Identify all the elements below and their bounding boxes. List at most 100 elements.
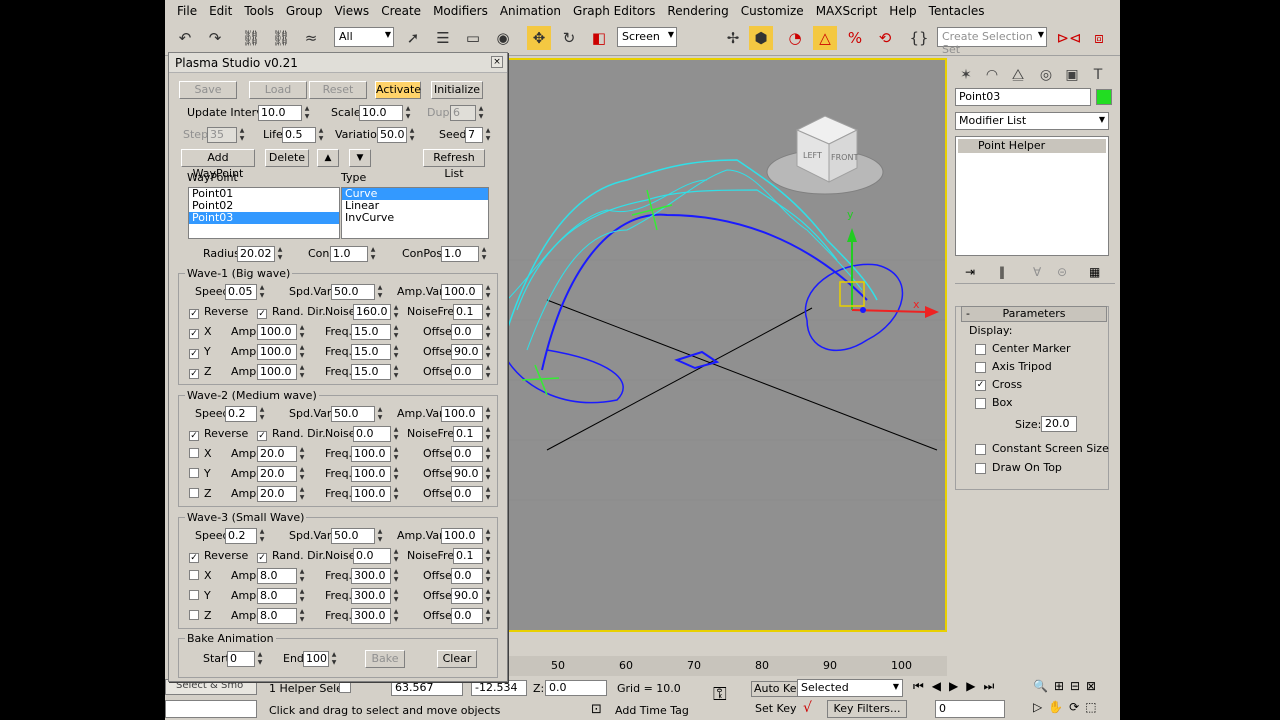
freq-spinner[interactable]: 300.0 ▲ ▼ xyxy=(351,568,401,584)
axis-z-checkbox[interactable]: ✓ Z xyxy=(189,365,212,379)
axis-x-checkbox[interactable]: X xyxy=(189,447,212,460)
add-time-tag[interactable]: Add Time Tag xyxy=(615,704,689,717)
perspective-viewport[interactable]: y x LEFT FRONT xyxy=(505,58,947,632)
amp-spinner[interactable]: 100.0 ▲ ▼ xyxy=(257,324,307,340)
offset-spinner[interactable]: 0.0 ▲ ▼ xyxy=(451,608,493,624)
end-spinner[interactable]: 100 ▲ ▼ xyxy=(303,651,339,667)
amp-spinner[interactable]: 8.0 ▲ ▼ xyxy=(257,588,307,604)
modify-tab-icon[interactable]: ◠ xyxy=(981,64,1003,86)
amp-var-spinner[interactable]: 100.0 ▲ ▼ xyxy=(441,528,493,544)
amp-spinner[interactable]: 8.0 ▲ ▼ xyxy=(257,568,307,584)
scale-icon[interactable]: ◧ xyxy=(587,26,611,50)
redo-icon[interactable]: ↷ xyxy=(203,26,227,50)
unlink-icon[interactable]: ⛓ xyxy=(269,26,293,50)
show-end-result-icon[interactable]: ‖ xyxy=(999,265,1005,279)
rotate-icon[interactable]: ↻ xyxy=(557,26,581,50)
select-and-manipulate-icon[interactable]: ⬢ xyxy=(749,26,773,50)
freq-spinner[interactable]: 15.0 ▲ ▼ xyxy=(351,324,401,340)
offset-spinner[interactable]: 0.0 ▲ ▼ xyxy=(451,486,493,502)
named-selection-input[interactable]: Create Selection Set ▼ xyxy=(937,27,1047,56)
menu-item-views[interactable]: Views xyxy=(328,4,375,18)
offset-spinner[interactable]: 0.0 ▲ ▼ xyxy=(451,568,493,584)
rand-dir-checkbox[interactable]: ✓ Rand. Dir. xyxy=(257,549,326,563)
amp-spinner[interactable]: 100.0 ▲ ▼ xyxy=(257,344,307,360)
noise-spinner[interactable]: 0.0 ▲ ▼ xyxy=(353,548,401,564)
reference-coordinate-dropdown[interactable]: Screen ▼ xyxy=(617,27,677,47)
variation-spinner[interactable]: 50.0 ▲ ▼ xyxy=(377,127,417,143)
menu-item-tentacles[interactable]: Tentacles xyxy=(923,4,991,18)
key-filters-button[interactable]: Key Filters... xyxy=(827,700,907,718)
align-icon[interactable]: ⧈ xyxy=(1087,26,1111,50)
scale-spinner[interactable]: 10.0 ▲ ▼ xyxy=(359,105,413,121)
reverse-checkbox[interactable]: ✓ Reverse xyxy=(189,305,248,319)
display-tab-icon[interactable]: ▣ xyxy=(1061,64,1083,86)
spd-var-spinner[interactable]: 50.0 ▲ ▼ xyxy=(331,284,385,300)
seed-spinner[interactable]: 7 ▲ ▼ xyxy=(465,127,493,143)
z-coordinate-field[interactable]: 0.0 xyxy=(545,680,607,696)
speed-spinner[interactable]: 0.2 ▲ ▼ xyxy=(225,528,267,544)
axis-y-checkbox[interactable]: Y xyxy=(189,467,211,480)
offset-spinner[interactable]: 90.0 ▲ ▼ xyxy=(451,466,493,482)
activate-button[interactable]: Activate xyxy=(375,81,421,99)
size-spinner[interactable]: 20.0 xyxy=(1041,416,1077,432)
speed-spinner[interactable]: 0.2 ▲ ▼ xyxy=(225,406,267,422)
offset-spinner[interactable]: 0.0 ▲ ▼ xyxy=(451,324,493,340)
move-down-button[interactable]: ▼ xyxy=(349,149,371,167)
amp-spinner[interactable]: 20.0 ▲ ▼ xyxy=(257,446,307,462)
axis-x-checkbox[interactable]: ✓ X xyxy=(189,325,212,339)
modifier-list-dropdown[interactable]: Modifier List ▼ xyxy=(955,112,1109,130)
amp-var-spinner[interactable]: 100.0 ▲ ▼ xyxy=(441,406,493,422)
rand-dir-checkbox[interactable]: ✓ Rand. Dir. xyxy=(257,305,326,319)
type-listbox[interactable]: Curve Linear InvCurve xyxy=(341,187,489,239)
freq-spinner[interactable]: 300.0 ▲ ▼ xyxy=(351,588,401,604)
axis-z-checkbox[interactable]: Z xyxy=(189,487,212,500)
menu-item-create[interactable]: Create xyxy=(375,4,427,18)
bake-button[interactable]: Bake xyxy=(365,650,405,668)
cross-checkbox[interactable]: ✓ Cross xyxy=(975,378,1022,391)
curve-icon[interactable]: √ xyxy=(803,700,812,716)
selection-filter-dropdown[interactable]: All ▼ xyxy=(334,27,394,47)
undo-icon[interactable]: ↶ xyxy=(173,26,197,50)
make-unique-icon[interactable]: ∀ xyxy=(1033,265,1041,279)
parameters-rollout-title[interactable]: - Parameters xyxy=(961,306,1107,322)
freq-spinner[interactable]: 100.0 ▲ ▼ xyxy=(351,466,401,482)
menu-item-rendering[interactable]: Rendering xyxy=(661,4,734,18)
playback-controls[interactable]: ⏮◀▶▶⏭ xyxy=(913,679,1002,694)
viewport-navigation-controls-2[interactable]: ▷✋⟳⬚ xyxy=(1033,700,1103,714)
axis-x-checkbox[interactable]: X xyxy=(189,569,212,582)
object-color-swatch[interactable] xyxy=(1096,89,1112,105)
axis-y-checkbox[interactable]: Y xyxy=(189,589,211,602)
add-waypoint-button[interactable]: Add WayPoint xyxy=(181,149,255,180)
noise-freq-spinner[interactable]: 0.1 ▲ ▼ xyxy=(453,548,493,564)
radius-spinner[interactable]: 20.02 ▲ ▼ xyxy=(237,246,285,262)
reset-button[interactable]: Reset xyxy=(309,81,367,99)
menu-item-tools[interactable]: Tools xyxy=(238,4,280,18)
amp-spinner[interactable]: 20.0 ▲ ▼ xyxy=(257,486,307,502)
offset-spinner[interactable]: 0.0 ▲ ▼ xyxy=(451,446,493,462)
viewport-navigation-controls[interactable]: 🔍⊞⊟⊠ xyxy=(1033,679,1102,693)
spd-var-spinner[interactable]: 50.0 ▲ ▼ xyxy=(331,406,385,422)
y-coordinate-field[interactable]: -12.534 xyxy=(471,680,527,696)
save-button[interactable]: Save xyxy=(179,81,237,99)
reverse-checkbox[interactable]: ✓ Reverse xyxy=(189,427,248,441)
amp-var-spinner[interactable]: 100.0 ▲ ▼ xyxy=(441,284,493,300)
step-spinner[interactable]: 35 ▲ ▼ xyxy=(207,127,247,143)
draw-on-top-checkbox[interactable]: Draw On Top xyxy=(975,461,1062,474)
menu-item-modifiers[interactable]: Modifiers xyxy=(427,4,494,18)
bind-space-warp-icon[interactable]: ≈ xyxy=(299,26,323,50)
link-icon[interactable]: ⛓ xyxy=(239,26,263,50)
con-spinner[interactable]: 1.0 ▲ ▼ xyxy=(330,246,378,262)
box-checkbox[interactable]: Box xyxy=(975,396,1012,409)
move-up-button[interactable]: ▲ xyxy=(317,149,339,167)
rand-dir-checkbox[interactable]: ✓ Rand. Dir. xyxy=(257,427,326,441)
timeline-ruler[interactable]: 50 60 70 80 90 100 xyxy=(505,656,947,676)
refresh-list-button[interactable]: Refresh List xyxy=(423,149,485,180)
speed-spinner[interactable]: 0.05 ▲ ▼ xyxy=(225,284,267,300)
offset-spinner[interactable]: 90.0 ▲ ▼ xyxy=(451,344,493,360)
percent-snap-icon[interactable]: % xyxy=(843,26,867,50)
edit-named-selection-icon[interactable]: {} xyxy=(907,26,931,50)
rectangle-selection-icon[interactable]: ▭ xyxy=(461,26,485,50)
initialize-button[interactable]: Initialize xyxy=(431,81,483,99)
spd-var-spinner[interactable]: 50.0 ▲ ▼ xyxy=(331,528,385,544)
dup-spinner[interactable]: 6 ▲ ▼ xyxy=(450,105,486,121)
